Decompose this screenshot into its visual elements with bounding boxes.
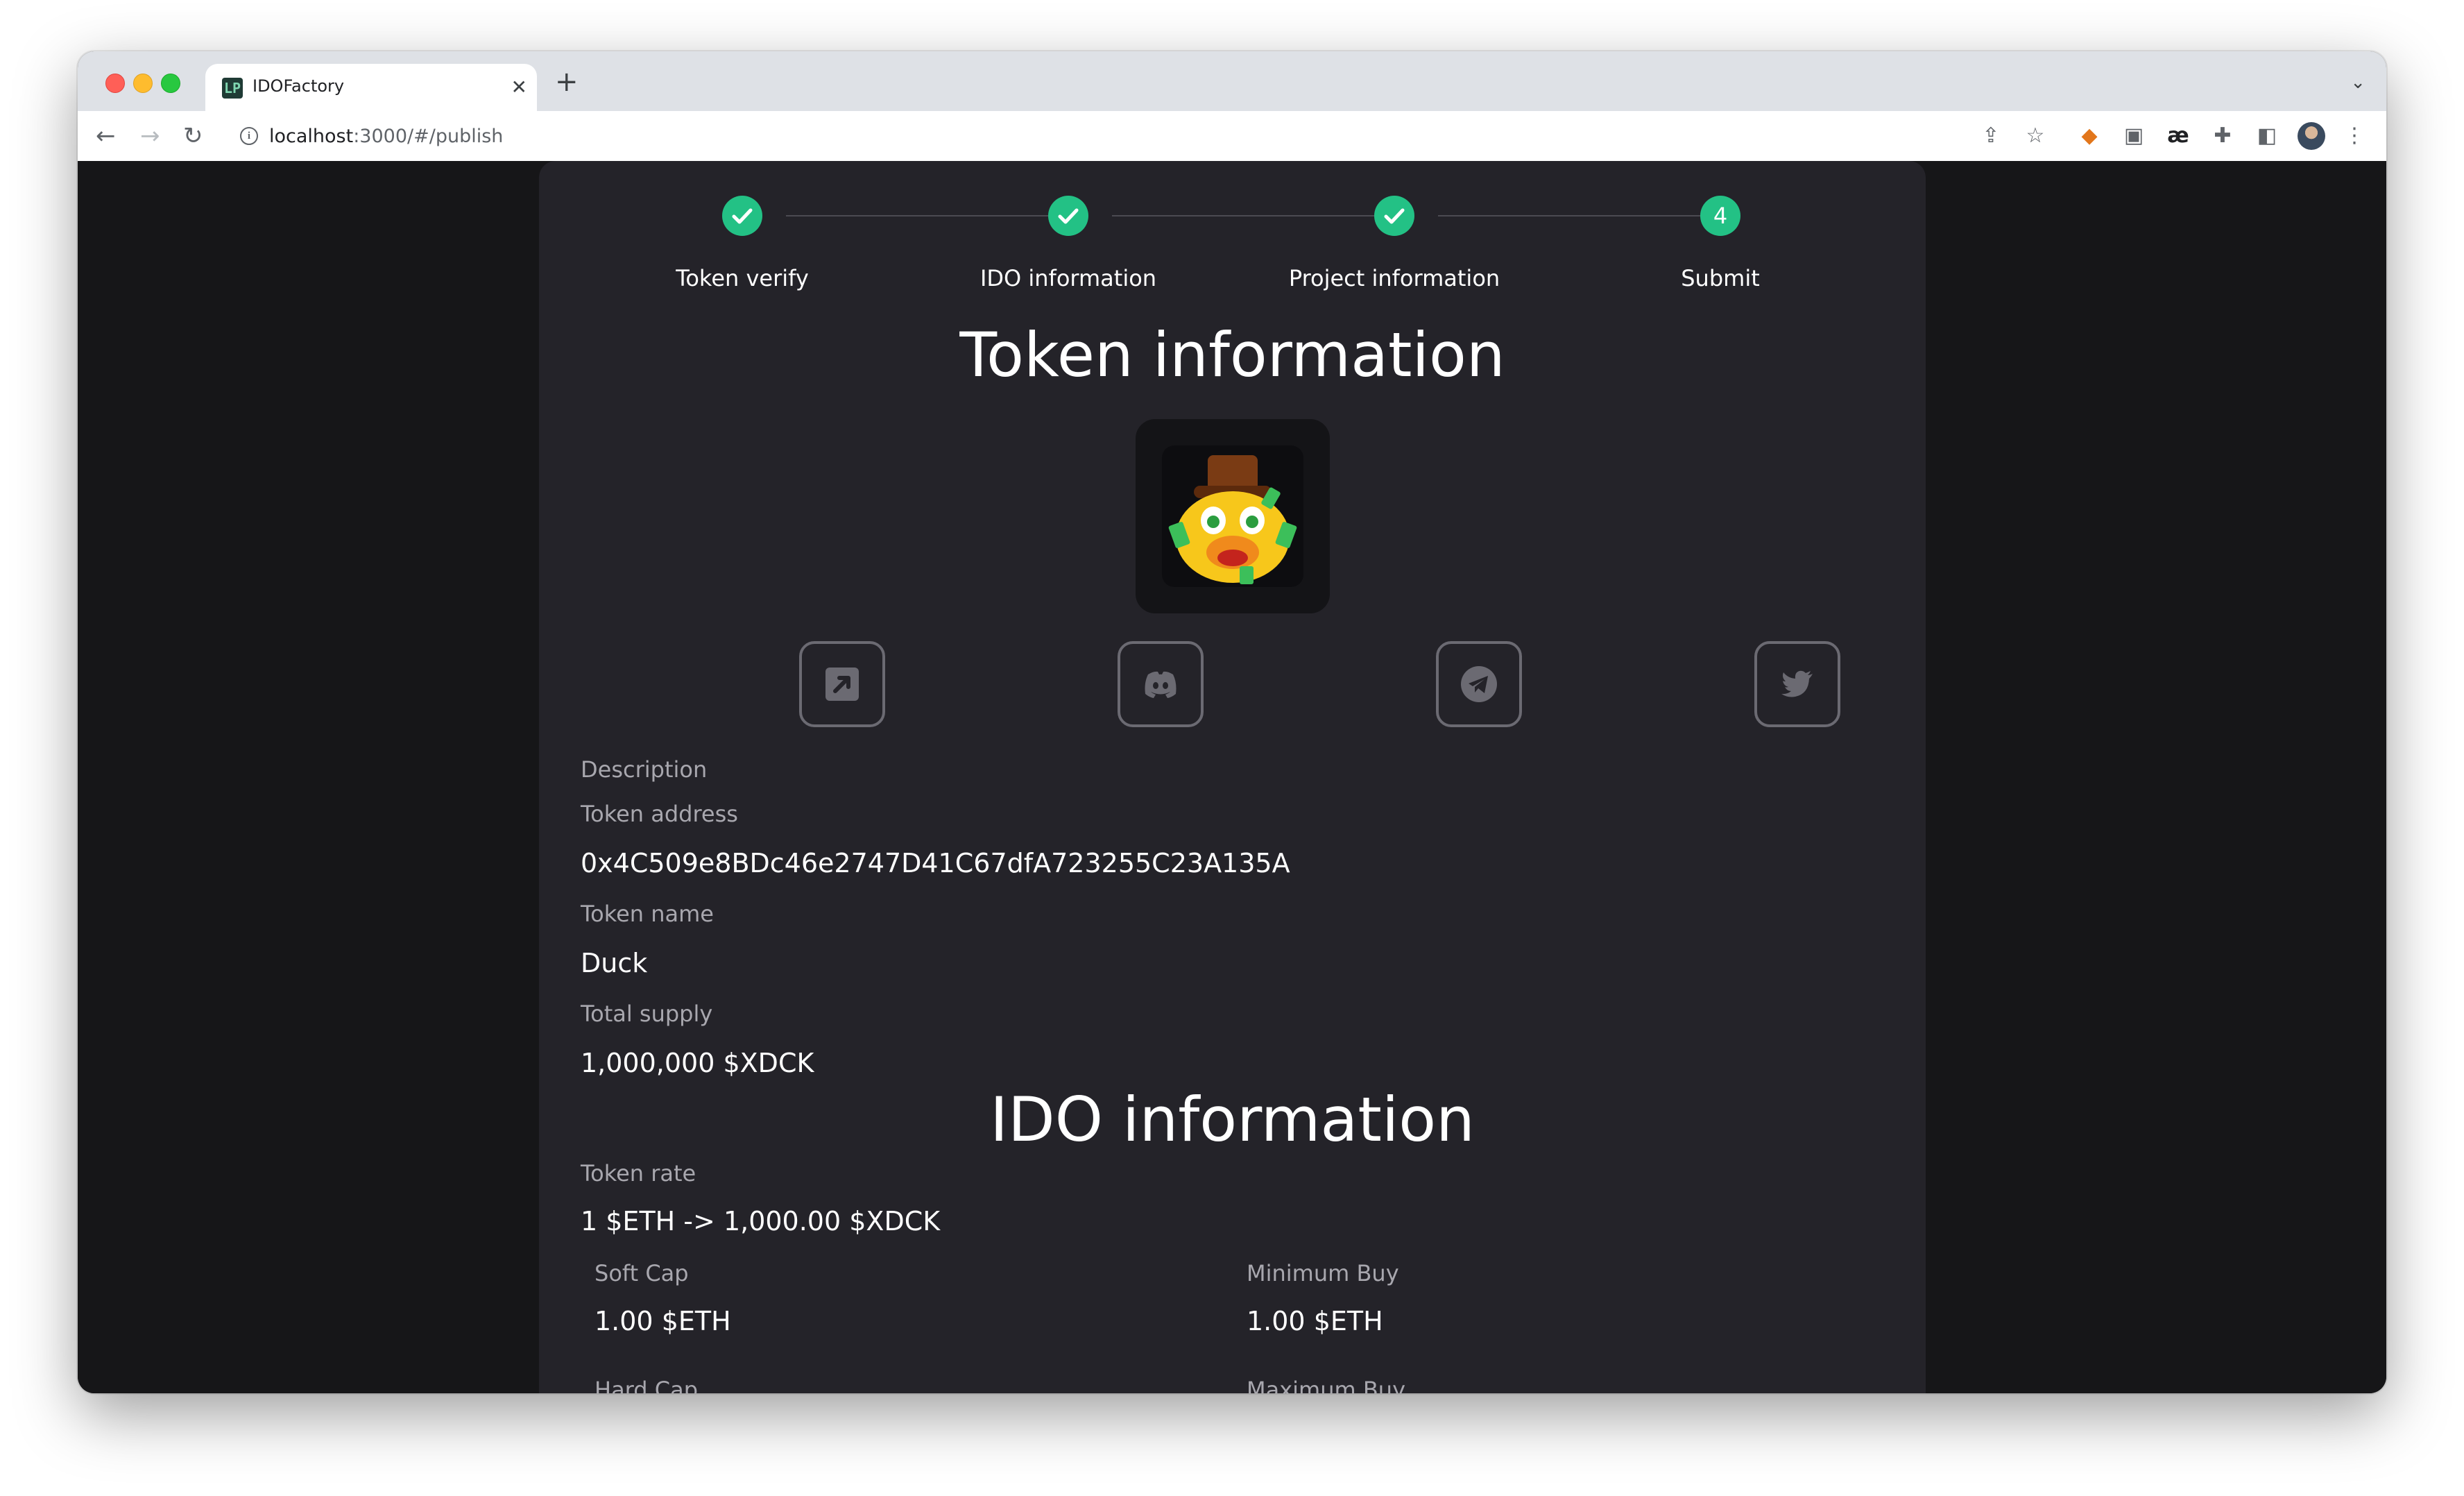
step-connector <box>786 215 1072 216</box>
telegram-link-button[interactable] <box>1436 641 1522 727</box>
external-link-icon <box>825 668 859 701</box>
discord-icon <box>1145 671 1177 698</box>
url-text[interactable]: localhost:3000/#/publish <box>269 126 503 147</box>
forward-arrow-icon[interactable]: → <box>140 122 160 150</box>
publish-card: 4 Token verify IDO information Project i… <box>539 161 1926 1393</box>
twitter-icon <box>1781 670 1813 697</box>
total-supply-label: Total supply <box>581 1001 713 1027</box>
total-supply-value: 1,000,000 $XDCK <box>581 1048 814 1078</box>
token-rate-value: 1 $ETH -> 1,000.00 $XDCK <box>581 1206 941 1236</box>
hard-cap-label: Hard Cap <box>594 1377 699 1393</box>
minimum-buy-value: 1.00 $ETH <box>1247 1306 1383 1336</box>
token-information-heading: Token information <box>959 319 1505 391</box>
website-link-button[interactable] <box>799 641 885 727</box>
step-4-number: 4 <box>1700 196 1740 236</box>
zoom-window-button[interactable] <box>161 74 180 93</box>
ae-extension-icon[interactable]: æ <box>2164 124 2192 148</box>
duck-mascot-image <box>1162 445 1303 587</box>
tab-search-chevron-icon[interactable]: ⌄ <box>2350 72 2365 93</box>
discord-link-button[interactable] <box>1118 641 1204 727</box>
token-name-label: Token name <box>581 901 714 927</box>
back-arrow-icon[interactable]: ← <box>96 122 116 150</box>
more-menu-icon[interactable]: ⋮ <box>2341 124 2368 148</box>
tab-strip: LP IDOFactory ✕ + ⌄ <box>78 51 2386 112</box>
telegram-icon <box>1461 666 1497 702</box>
soft-cap-value: 1.00 $ETH <box>594 1306 731 1336</box>
active-tab[interactable]: LP IDOFactory ✕ <box>205 64 537 112</box>
close-window-button[interactable] <box>105 74 125 93</box>
ido-information-heading: IDO information <box>990 1084 1475 1155</box>
side-panel-icon[interactable]: ◧ <box>2253 124 2281 148</box>
token-address-label: Token address <box>581 801 738 827</box>
tab-title: IDOFactory <box>253 76 345 96</box>
token-name-value: Duck <box>581 948 648 978</box>
minimize-window-button[interactable] <box>133 74 153 93</box>
close-tab-icon[interactable]: ✕ <box>511 74 527 101</box>
step-label-token-verify: Token verify <box>676 265 809 291</box>
reload-icon[interactable]: ↻ <box>183 122 203 150</box>
profile-avatar[interactable] <box>2298 122 2325 150</box>
browser-toolbar: ← → ↻ i localhost:3000/#/publish ⇪ ☆ ◆ ▣… <box>78 111 2386 162</box>
step-connector <box>1438 215 1724 216</box>
extension-icon[interactable]: ▣ <box>2120 124 2148 148</box>
token-rate-label: Token rate <box>581 1160 696 1187</box>
step-label-submit: Submit <box>1681 265 1760 291</box>
token-address-value: 0x4C509e8BDc46e2747D41C67dfA723255C23A13… <box>581 848 1290 878</box>
url-path: :3000/#/publish <box>353 126 504 147</box>
step-label-ido-information: IDO information <box>979 265 1157 291</box>
address-bar[interactable]: i localhost:3000/#/publish <box>229 118 2005 154</box>
step-1-check-icon <box>722 196 762 236</box>
share-icon[interactable]: ⇪ <box>1977 124 2005 148</box>
metamask-extension-icon[interactable]: ◆ <box>2076 124 2103 148</box>
token-logo <box>1136 419 1330 613</box>
step-3-check-icon <box>1374 196 1414 236</box>
site-info-icon[interactable]: i <box>240 127 258 145</box>
step-label-project-information: Project information <box>1288 265 1500 291</box>
step-2-check-icon <box>1048 196 1088 236</box>
step-connector <box>1112 215 1398 216</box>
description-label: Description <box>581 756 708 783</box>
bookmark-star-icon[interactable]: ☆ <box>2021 124 2049 148</box>
new-tab-button[interactable]: + <box>555 67 579 97</box>
soft-cap-label: Soft Cap <box>594 1260 689 1286</box>
minimum-buy-label: Minimum Buy <box>1247 1260 1399 1286</box>
twitter-link-button[interactable] <box>1754 641 1840 727</box>
url-host: localhost <box>269 126 354 147</box>
favicon-icon: LP <box>222 78 243 99</box>
page-content: 4 Token verify IDO information Project i… <box>78 161 2386 1393</box>
maximum-buy-label: Maximum Buy <box>1247 1377 1406 1393</box>
browser-window: LP IDOFactory ✕ + ⌄ ← → ↻ i localhost:30… <box>78 51 2386 1393</box>
extensions-puzzle-icon[interactable]: ✚ <box>2209 124 2236 148</box>
